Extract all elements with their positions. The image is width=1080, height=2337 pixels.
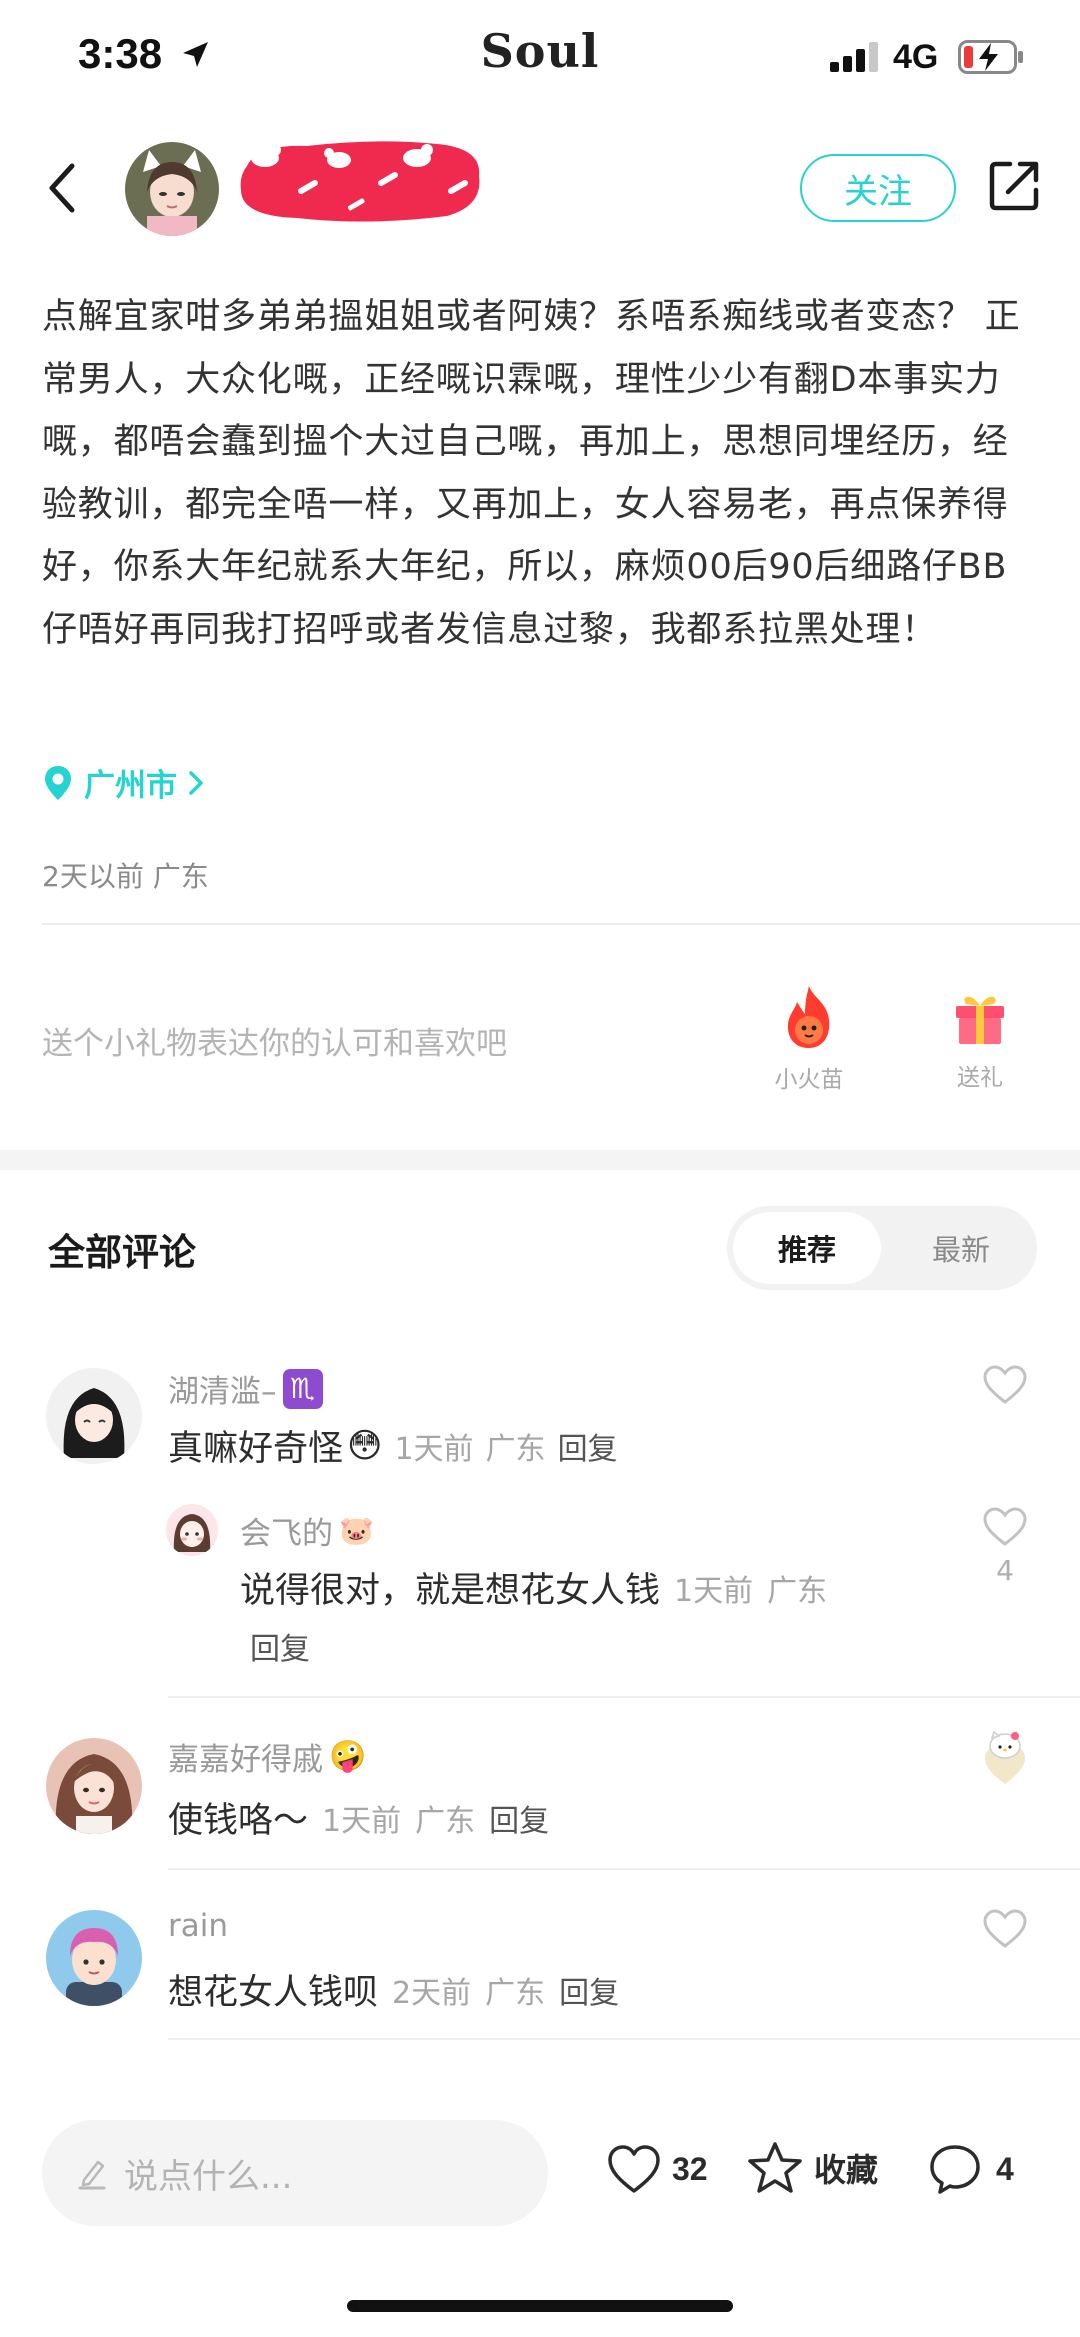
reply-button[interactable]: 回复 <box>558 1424 618 1468</box>
comment-username[interactable]: 嘉嘉好得戚 🤪 <box>168 1734 366 1779</box>
author-avatar[interactable] <box>125 142 219 236</box>
comment-text: 说得很对，就是想花女人钱 <box>240 1571 661 1611</box>
flame-icon <box>787 986 830 1048</box>
comment-text: 想花女人钱呗 <box>168 1973 379 2013</box>
divider <box>168 1696 1080 1698</box>
comment-region: 广东 <box>415 1803 476 1839</box>
send-gift-button[interactable]: 送礼 <box>940 988 1020 1092</box>
comments-title: 全部评论 <box>48 1231 196 1274</box>
comment-username[interactable]: rain <box>168 1908 228 1944</box>
reply-button[interactable]: 回复 <box>250 1624 310 1668</box>
reply-button[interactable]: 回复 <box>489 1796 549 1840</box>
small-flame-label: 小火苗 <box>774 1067 844 1093</box>
pencil-icon <box>78 2160 106 2190</box>
small-flame-button[interactable]: 小火苗 <box>766 984 852 1094</box>
send-gift-label: 送礼 <box>957 1065 1003 1091</box>
post-meta: 2天以前 广东 <box>42 860 209 893</box>
username-redacted-sticker <box>240 141 480 222</box>
heart-icon[interactable] <box>982 1506 1028 1548</box>
avatar[interactable] <box>46 1738 142 1834</box>
avatar[interactable] <box>46 1368 142 1464</box>
divider <box>168 2038 1080 2040</box>
network-type: 4G <box>893 38 939 76</box>
heart-icon[interactable] <box>982 1364 1028 1406</box>
comment-line: 说得很对，就是想花女人钱 1天前 广东 <box>240 1562 827 1613</box>
avatar[interactable] <box>166 1504 218 1556</box>
username-text: 湖清滥– <box>168 1374 277 1410</box>
comment-username[interactable]: 湖清滥– ♏ <box>168 1366 323 1411</box>
location-link[interactable]: 广州市 <box>42 760 205 805</box>
pig-face-icon: 🐷 <box>339 1514 374 1547</box>
comment-line: 真嘛好奇怪 😳 1天前 广东 回复 <box>168 1420 618 1471</box>
username-text: 会飞的 <box>240 1516 333 1552</box>
comment-region: 广东 <box>767 1573 828 1609</box>
battery-charging-icon <box>958 40 1023 74</box>
star-icon <box>748 2142 802 2193</box>
comment-placeholder: 说点什么... <box>124 2156 293 2197</box>
hello-kitty-heart-icon[interactable] <box>982 1730 1028 1786</box>
comment-line: 想花女人钱呗 2天前 广东 回复 <box>168 1964 619 2015</box>
reply-button[interactable]: 回复 <box>559 1968 619 2012</box>
comment-button[interactable]: 4 <box>928 2143 1014 2195</box>
sort-recommended-tab[interactable]: 推荐 <box>733 1212 881 1284</box>
chevron-right-icon <box>189 770 203 795</box>
sort-toggle: 推荐 最新 <box>727 1206 1037 1290</box>
comment-line: 使钱咯～ 1天前 广东 回复 <box>168 1792 549 1843</box>
signal-icon <box>830 42 878 72</box>
scorpio-icon: ♏ <box>282 1368 323 1409</box>
comment-time: 1天前 <box>394 1431 474 1467</box>
heart-icon[interactable] <box>982 1908 1028 1950</box>
post-text: 点解宜家咁多弟弟搵姐姐或者阿姨？系唔系痴线或者变态？ 正常男人，大众化嘅，正经嘅… <box>42 297 1021 650</box>
gift-box-icon <box>956 996 1004 1044</box>
section-separator <box>0 1150 1080 1170</box>
like-count: 32 <box>672 2150 708 2187</box>
comment-time: 1天前 <box>674 1573 754 1609</box>
like-button[interactable]: 32 <box>606 2143 708 2195</box>
comment-region: 广东 <box>485 1431 546 1467</box>
comment-username[interactable]: 会飞的 🐷 <box>240 1508 374 1553</box>
comment-text: 使钱咯～ <box>168 1801 309 1841</box>
home-indicator[interactable] <box>347 2300 733 2312</box>
flushed-face-emoji: 😳 <box>347 1425 383 1466</box>
location-pin-icon <box>45 765 71 800</box>
comment-input[interactable]: 说点什么... <box>42 2120 548 2226</box>
zany-face-icon: 🤪 <box>329 1739 367 1774</box>
comment-time: 1天前 <box>322 1803 402 1839</box>
comment-time: 2天前 <box>392 1975 472 2011</box>
comment-text: 真嘛好奇怪 <box>168 1429 344 1469</box>
avatar[interactable] <box>46 1910 142 2006</box>
share-icon[interactable] <box>986 158 1042 214</box>
favorite-button[interactable]: 收藏 <box>746 2140 878 2196</box>
sort-latest-tab[interactable]: 最新 <box>887 1212 1035 1284</box>
username-text: rain <box>168 1908 229 1944</box>
back-button[interactable] <box>40 158 84 218</box>
comment-region: 广东 <box>485 1975 546 2011</box>
gift-prompt: 送个小礼物表达你的认可和喜欢吧 <box>42 1026 507 1062</box>
follow-button[interactable]: 关注 <box>800 154 956 222</box>
divider <box>42 923 1080 925</box>
heart-icon <box>608 2145 660 2193</box>
location-label: 广州市 <box>84 768 177 804</box>
like-count: 4 <box>996 1554 1014 1587</box>
comment-bubble-icon <box>930 2145 980 2194</box>
username-text: 嘉嘉好得戚 <box>168 1742 323 1778</box>
divider <box>168 1868 1080 1870</box>
favorite-label: 收藏 <box>814 2152 879 2188</box>
comment-count: 4 <box>996 2150 1014 2187</box>
